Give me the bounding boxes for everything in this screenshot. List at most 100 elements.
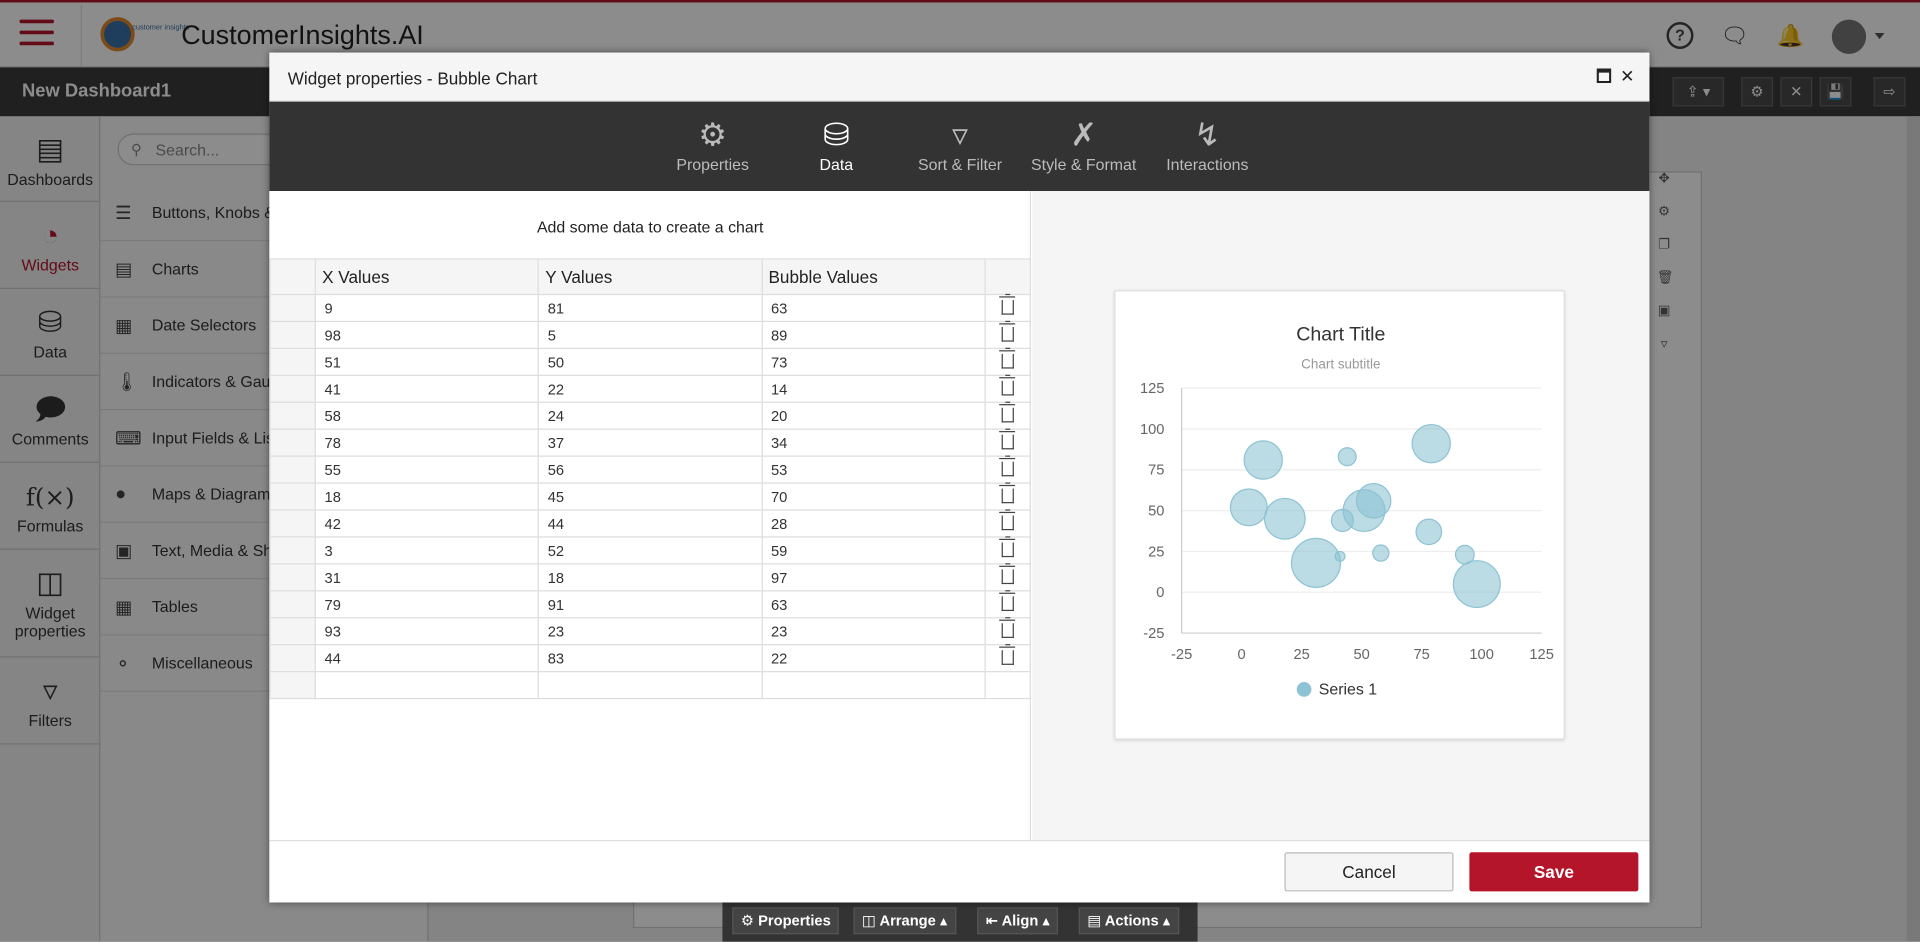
x-tick-label: 75 <box>1413 647 1429 663</box>
screen-icon[interactable]: ▣ <box>1657 302 1672 319</box>
bubble-point[interactable] <box>1355 483 1392 519</box>
bubble-value-cell[interactable]: 53 <box>761 455 986 484</box>
trash-icon <box>999 509 1016 531</box>
delete-row-button[interactable] <box>984 293 1032 323</box>
delete-row-button[interactable] <box>984 590 1032 619</box>
bubble-point[interactable] <box>1243 440 1283 480</box>
empty-cell[interactable] <box>761 671 986 700</box>
delete-row-button[interactable] <box>984 536 1032 565</box>
x-value-cell[interactable]: 9 <box>314 293 540 323</box>
properties-button[interactable]: ⚙ Properties <box>732 907 840 935</box>
legend-label[interactable]: Series 1 <box>1319 681 1378 698</box>
cancel-button[interactable]: Cancel <box>1284 852 1454 892</box>
delete-row-button[interactable] <box>984 347 1032 376</box>
x-value-cell[interactable]: 18 <box>314 482 540 511</box>
x-value-cell[interactable]: 93 <box>314 617 540 646</box>
bubble-value-cell[interactable]: 22 <box>761 644 986 673</box>
bubble-value-cell[interactable]: 63 <box>761 590 986 619</box>
empty-cell[interactable] <box>314 671 540 700</box>
tab-properties[interactable]: ⚙ Properties <box>651 116 773 174</box>
delete-row-button[interactable] <box>984 428 1032 457</box>
bubble-point[interactable] <box>1415 518 1443 546</box>
delete-row-button[interactable] <box>984 563 1032 592</box>
data-grid-body: 9 81 63 98 5 89 51 50 73 41 22 14 58 24 20 78 37 34 55 56 53… <box>269 293 1032 700</box>
x-value-cell[interactable]: 79 <box>314 590 540 619</box>
x-value-cell[interactable]: 41 <box>314 374 540 403</box>
bubble-value-cell[interactable]: 20 <box>761 401 986 430</box>
close-icon[interactable]: ✕ <box>1618 66 1638 86</box>
x-value-cell[interactable]: 31 <box>314 563 540 592</box>
delete-row-button[interactable] <box>984 617 1032 646</box>
bubble-point[interactable] <box>1337 447 1357 467</box>
bubble-value-cell[interactable]: 23 <box>761 617 986 646</box>
y-value-cell[interactable]: 44 <box>537 509 763 538</box>
bubble-value-cell[interactable]: 34 <box>761 428 986 457</box>
table-row: 42 44 28 <box>269 509 1032 538</box>
bubble-point[interactable] <box>1454 544 1475 565</box>
align-button[interactable]: ⇤ Align ▴ <box>977 907 1059 935</box>
bubble-value-cell[interactable]: 70 <box>761 482 986 511</box>
bubble-value-cell[interactable]: 63 <box>761 293 986 323</box>
empty-cell[interactable] <box>984 671 1032 700</box>
y-value-cell[interactable]: 5 <box>537 320 763 349</box>
trash-icon[interactable]: 🗑 <box>1657 269 1674 286</box>
y-value-cell[interactable]: 24 <box>537 401 763 430</box>
arrange-button[interactable]: ◫ Arrange ▴ <box>853 907 956 935</box>
row-number-cell <box>269 293 316 323</box>
y-value-cell[interactable]: 81 <box>537 293 763 323</box>
y-value-cell[interactable]: 22 <box>537 374 763 403</box>
y-value-cell[interactable]: 91 <box>537 590 763 619</box>
actions-button[interactable]: ▤ Actions ▴ <box>1078 907 1179 935</box>
bubble-value-cell[interactable]: 97 <box>761 563 986 592</box>
gear-icon[interactable]: ⚙ <box>1657 203 1672 220</box>
bubble-point[interactable] <box>1372 544 1390 562</box>
tab-interactions[interactable]: ↯ Interactions <box>1146 116 1268 174</box>
bubble-value-cell[interactable]: 73 <box>761 347 986 376</box>
delete-row-button[interactable] <box>984 482 1032 511</box>
bubble-value-cell[interactable]: 14 <box>761 374 986 403</box>
delete-row-button[interactable] <box>984 401 1032 430</box>
tab-sort-filter[interactable]: ▿ Sort & Filter <box>899 116 1021 174</box>
maximize-icon[interactable]: 🗖 <box>1594 66 1614 86</box>
x-value-cell[interactable]: 78 <box>314 428 540 457</box>
save-button[interactable]: Save <box>1469 852 1639 892</box>
x-value-cell[interactable]: 3 <box>314 536 540 565</box>
y-value-cell[interactable]: 52 <box>537 536 763 565</box>
tab-data[interactable]: ⛁ Data <box>775 116 897 174</box>
y-value-cell[interactable]: 83 <box>537 644 763 673</box>
copy-icon[interactable]: ❐ <box>1657 236 1672 253</box>
bubble-value-cell[interactable]: 59 <box>761 536 986 565</box>
bubble-point[interactable] <box>1290 537 1342 588</box>
filter-icon[interactable]: ▿ <box>1657 336 1672 353</box>
tab-style-format[interactable]: ✗ Style & Format <box>1022 116 1144 174</box>
bubble-value-cell[interactable]: 89 <box>761 320 986 349</box>
y-value-cell[interactable]: 23 <box>537 617 763 646</box>
bubble-value-cell[interactable]: 28 <box>761 509 986 538</box>
bubble-point[interactable] <box>1330 508 1355 533</box>
y-value-cell[interactable]: 50 <box>537 347 763 376</box>
x-value-cell[interactable]: 44 <box>314 644 540 673</box>
move-icon[interactable]: ✥ <box>1657 170 1672 187</box>
bubble-point[interactable] <box>1411 423 1451 464</box>
x-value-cell[interactable]: 55 <box>314 455 540 484</box>
x-value-cell[interactable]: 58 <box>314 401 540 430</box>
y-value-cell[interactable]: 37 <box>537 428 763 457</box>
y-tick-label: 100 <box>1140 422 1165 438</box>
empty-new-row[interactable] <box>269 671 1032 700</box>
x-tick-label: 100 <box>1469 647 1494 663</box>
y-value-cell[interactable]: 45 <box>537 482 763 511</box>
delete-row-button[interactable] <box>984 509 1032 538</box>
bubble-point[interactable] <box>1452 560 1501 609</box>
x-value-cell[interactable]: 51 <box>314 347 540 376</box>
empty-cell[interactable] <box>537 671 763 700</box>
delete-row-button[interactable] <box>984 320 1032 349</box>
delete-row-button[interactable] <box>984 374 1032 403</box>
delete-row-button[interactable] <box>984 455 1032 484</box>
delete-row-button[interactable] <box>984 644 1032 673</box>
y-value-cell[interactable]: 56 <box>537 455 763 484</box>
bubble-point[interactable] <box>1229 488 1268 527</box>
x-value-cell[interactable]: 98 <box>314 320 540 349</box>
x-value-cell[interactable]: 42 <box>314 509 540 538</box>
y-value-cell[interactable]: 18 <box>537 563 763 592</box>
bubble-point[interactable] <box>1263 497 1306 540</box>
